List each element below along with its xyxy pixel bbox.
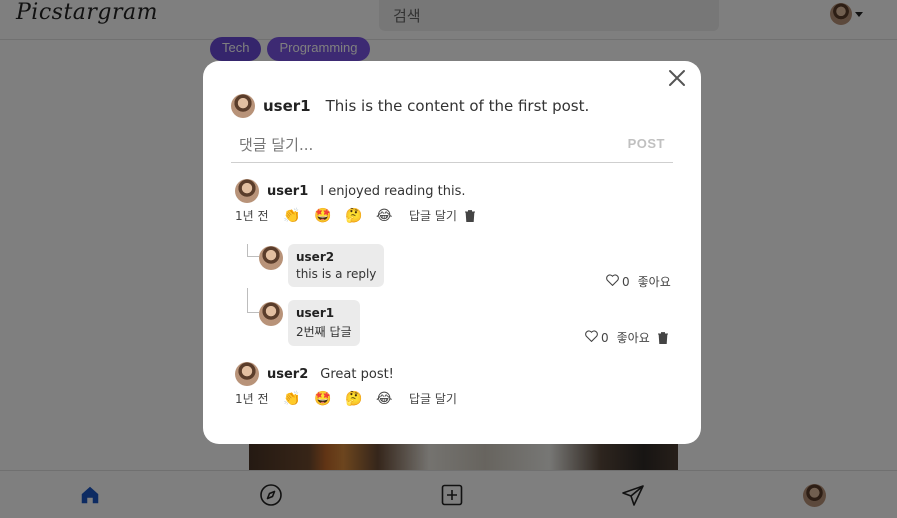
close-icon[interactable] bbox=[667, 68, 687, 88]
reply-item: user2 this is a reply bbox=[259, 244, 385, 287]
reply-button[interactable]: 답글 달기 bbox=[409, 390, 457, 407]
reply-text: 2번째 답글 bbox=[296, 325, 352, 339]
reply-meta: 0 좋아요 bbox=[606, 273, 671, 290]
comment-author[interactable]: user1 bbox=[267, 184, 308, 199]
trash-icon[interactable] bbox=[657, 331, 668, 344]
reply-item: user1 2번째 답글 bbox=[259, 300, 360, 346]
comment-form: POST bbox=[231, 131, 673, 163]
laughing-emoji-button[interactable]: 😂 bbox=[376, 208, 407, 224]
comment-time: 1년 전 bbox=[235, 209, 269, 223]
heart-icon[interactable] bbox=[606, 274, 619, 289]
comments-modal: user1 This is the content of the first p… bbox=[203, 61, 701, 444]
reply-bubble: user2 this is a reply bbox=[288, 244, 385, 287]
like-button[interactable]: 좋아요 bbox=[638, 273, 671, 290]
post-comment-button[interactable]: POST bbox=[628, 136, 665, 151]
like-count: 0 bbox=[601, 330, 609, 345]
thinking-emoji-button[interactable]: 🤔 bbox=[345, 391, 376, 407]
comment-actions: 1년 전 👏 🤩 🤔 😂 답글 달기 bbox=[235, 207, 475, 224]
thread-line bbox=[247, 288, 259, 313]
comment-author[interactable]: user2 bbox=[267, 367, 308, 382]
reply-button[interactable]: 답글 달기 bbox=[409, 207, 457, 224]
avatar[interactable] bbox=[259, 302, 283, 326]
comment-text: Great post! bbox=[320, 366, 394, 382]
laughing-emoji-button[interactable]: 😂 bbox=[376, 391, 407, 407]
reply-author[interactable]: user2 bbox=[296, 250, 376, 264]
like-button[interactable]: 좋아요 bbox=[617, 329, 650, 346]
comment-time: 1년 전 bbox=[235, 392, 269, 406]
post-header: user1 This is the content of the first p… bbox=[231, 94, 589, 118]
clap-emoji-button[interactable]: 👏 bbox=[283, 391, 314, 407]
post-content: This is the content of the first post. bbox=[325, 97, 590, 115]
comment-actions: 1년 전 👏 🤩 🤔 😂 답글 달기 bbox=[235, 390, 457, 407]
heart-icon[interactable] bbox=[585, 330, 598, 345]
comment-text: I enjoyed reading this. bbox=[320, 183, 466, 199]
like-count: 0 bbox=[622, 274, 630, 289]
comment-item: user2 Great post! bbox=[235, 362, 394, 386]
avatar[interactable] bbox=[235, 362, 259, 386]
comment-input[interactable] bbox=[231, 131, 611, 159]
star-eyes-emoji-button[interactable]: 🤩 bbox=[314, 208, 345, 224]
reply-author[interactable]: user1 bbox=[296, 306, 352, 320]
thread-line bbox=[247, 244, 259, 257]
post-author[interactable]: user1 bbox=[263, 97, 311, 115]
clap-emoji-button[interactable]: 👏 bbox=[283, 208, 314, 224]
trash-icon[interactable] bbox=[464, 209, 475, 222]
star-eyes-emoji-button[interactable]: 🤩 bbox=[314, 391, 345, 407]
thinking-emoji-button[interactable]: 🤔 bbox=[345, 208, 376, 224]
avatar[interactable] bbox=[231, 94, 255, 118]
reply-text: this is a reply bbox=[296, 267, 377, 281]
reply-meta: 0 좋아요 bbox=[585, 329, 668, 346]
avatar[interactable] bbox=[259, 246, 283, 270]
reply-bubble: user1 2번째 답글 bbox=[288, 300, 360, 346]
comment-item: user1 I enjoyed reading this. bbox=[235, 179, 466, 203]
avatar[interactable] bbox=[235, 179, 259, 203]
